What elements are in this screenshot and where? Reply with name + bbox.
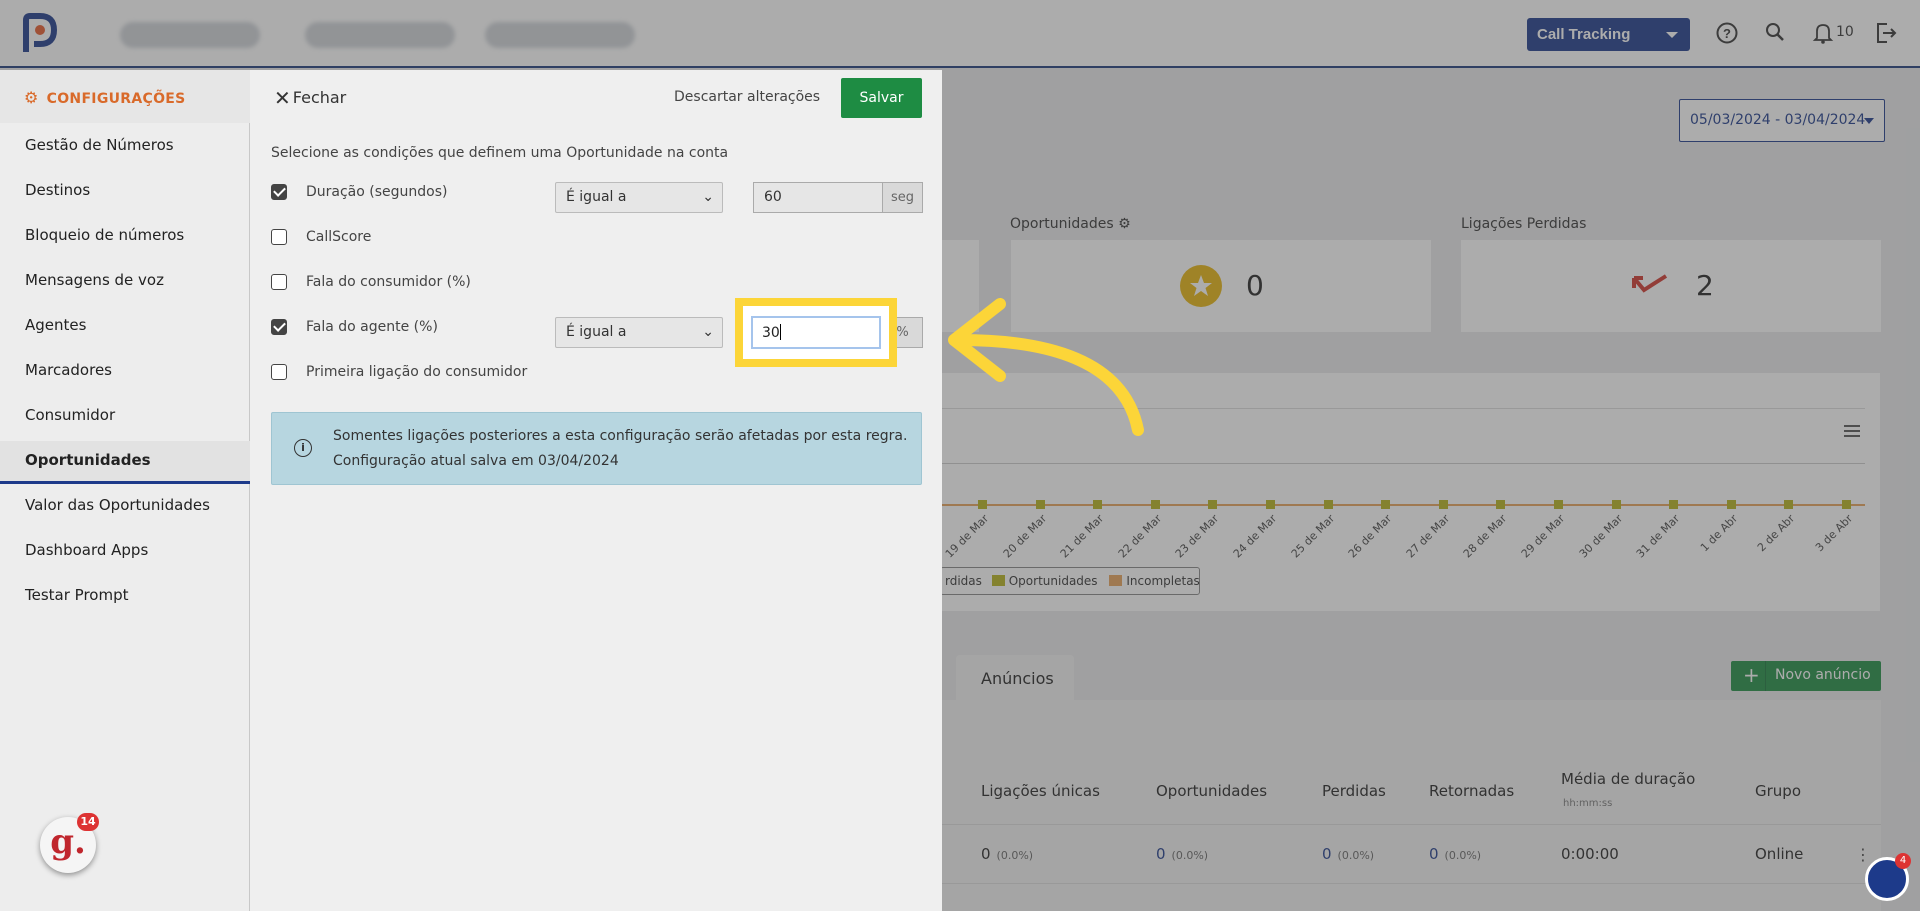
sidebar-item-bloqueio[interactable]: Bloqueio de números [0, 216, 250, 256]
sidebar-item-testar-prompt[interactable]: Testar Prompt [0, 576, 250, 616]
info-text-line: Somentes ligações posteriores a esta con… [333, 428, 908, 444]
sidebar-item-valor-oportunidades[interactable]: Valor das Oportunidades [0, 486, 250, 526]
condition-label: Fala do agente (%) [306, 319, 438, 335]
sidebar-item-consumidor[interactable]: Consumidor [0, 396, 250, 436]
checkbox-fala-consumidor[interactable] [271, 274, 287, 290]
close-icon: ✕ [274, 86, 291, 110]
condition-label: Primeira ligação do consumidor [306, 364, 528, 380]
sidebar-item-agentes[interactable]: Agentes [0, 306, 250, 346]
support-chat-count: 4 [1895, 853, 1911, 869]
save-button[interactable]: Salvar [841, 78, 922, 118]
info-alert: i Somentes ligações posteriores a esta c… [271, 412, 922, 485]
sidebar-item-gestao-numeros[interactable]: Gestão de Números [0, 126, 250, 166]
checkbox-callscore[interactable] [271, 229, 287, 245]
checkbox-fala-agente[interactable] [271, 319, 287, 335]
condition-label: Fala do consumidor (%) [306, 274, 471, 290]
sidebar-item-oportunidades[interactable]: Oportunidades [0, 441, 250, 484]
close-button[interactable]: ✕ Fechar [274, 86, 346, 110]
sidebar-item-destinos[interactable]: Destinos [0, 171, 250, 211]
condition-label: Duração (segundos) [306, 184, 448, 200]
panel-intro: Selecione as condições que definem uma O… [271, 145, 729, 161]
chevron-down-icon: ⌄ [702, 324, 714, 340]
operator-select-duracao[interactable]: É igual a ⌄ [555, 182, 723, 213]
chevron-down-icon: ⌄ [702, 189, 714, 205]
operator-select-fala-agente[interactable]: É igual a ⌄ [555, 317, 723, 348]
pointer-arrow-icon [948, 298, 1144, 436]
sidebar-item-marcadores[interactable]: Marcadores [0, 351, 250, 391]
sidebar-item-mensagens-voz[interactable]: Mensagens de voz [0, 261, 250, 301]
checkbox-duracao[interactable] [271, 184, 287, 200]
g-widget-count: 14 [77, 813, 99, 831]
settings-sidebar: ⚙ CONFIGURAÇÕES Gestão de Números Destino… [0, 70, 250, 911]
sidebar-item-dashboard-apps[interactable]: Dashboard Apps [0, 531, 250, 571]
opportunities-config-panel: ✕ Fechar Descartar alterações Salvar Sele… [250, 70, 942, 911]
condition-label: CallScore [306, 229, 372, 245]
discard-changes-button[interactable]: Descartar alterações [674, 89, 820, 105]
info-text-line: Configuração atual salva em 03/04/2024 [333, 453, 619, 469]
sidebar-title: ⚙ CONFIGURAÇÕES [24, 88, 186, 107]
info-icon: i [294, 439, 312, 457]
fala-agente-value-input[interactable]: 30 [751, 316, 881, 349]
duracao-value-input[interactable]: 60 [753, 182, 883, 213]
text-cursor [779, 324, 781, 340]
unit-label: seg [883, 182, 923, 213]
gear-icon: ⚙ [24, 88, 39, 107]
checkbox-primeira-ligacao[interactable] [271, 364, 287, 380]
